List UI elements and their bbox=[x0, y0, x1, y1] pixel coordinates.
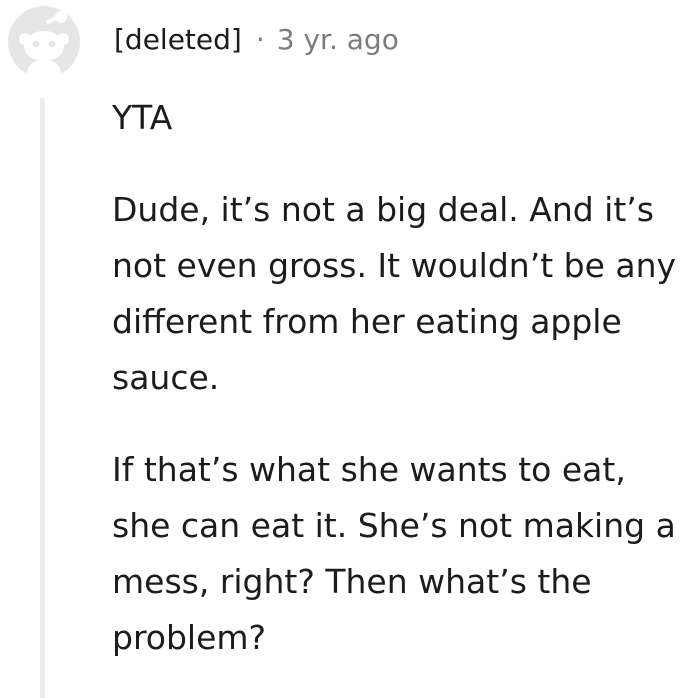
comment-meta: [deleted] · 3 yr. ago bbox=[114, 18, 399, 62]
meta-separator: · bbox=[255, 23, 265, 56]
comment: [deleted] · 3 yr. ago YTA Dude, it’s not… bbox=[0, 0, 700, 698]
comment-paragraph: YTA bbox=[112, 98, 173, 137]
comment-paragraph: If that’s what she wants to eat, she can… bbox=[112, 450, 676, 657]
comment-body: YTA Dude, it’s not a big deal. And it’s … bbox=[112, 90, 682, 666]
author-name[interactable]: [deleted] bbox=[114, 18, 242, 62]
avatar[interactable] bbox=[8, 6, 80, 78]
default-avatar-icon bbox=[8, 6, 80, 78]
thread-collapse-line[interactable] bbox=[40, 98, 45, 698]
comment-paragraph: Dude, it’s not a big deal. And it’s not … bbox=[112, 190, 677, 397]
comment-timestamp[interactable]: 3 yr. ago bbox=[277, 18, 399, 62]
